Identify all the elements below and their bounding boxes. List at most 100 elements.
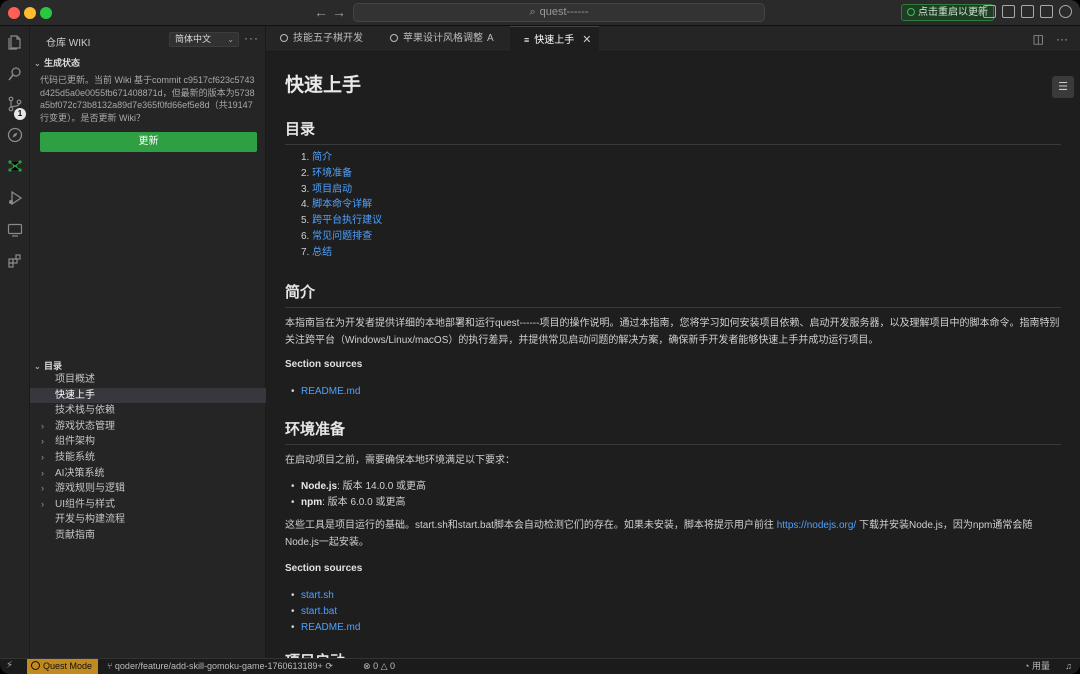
document-toc-item: 6. 常见问题排查 [301,229,382,245]
quest-icon [31,661,40,670]
notifications-bell-icon[interactable]: ♫ [1065,659,1072,674]
language-select[interactable]: 简体中文 ⌄ [169,32,239,47]
chat-icon [390,34,398,42]
toc-item-label: 项目概述 [55,374,95,385]
toc-item[interactable]: 项目概述 [30,372,266,388]
remote-indicator-icon[interactable]: ⚡︎ [6,660,13,671]
minimize-window-button[interactable] [24,7,36,19]
source-list-item: start.sh [291,588,360,604]
command-center-search[interactable]: ⌕ quest------ [353,3,765,22]
toc-item-label: 快速上手 [55,389,95,401]
intro-paragraph: 本指南旨在为开发者提供详细的本地部署和运行quest------项目的操作说明。… [285,318,1060,346]
more-actions-icon[interactable]: ··· [1056,32,1068,46]
chevron-right-icon[interactable]: › [41,434,44,450]
toc-item[interactable]: 贡献指南 [30,528,266,544]
branch-name: qoder/feature/add-skill-gomoku-game-1760… [114,661,323,671]
chevron-right-icon[interactable]: › [41,466,44,482]
toc-item[interactable]: › UI组件与样式 [30,497,266,513]
problems-indicator[interactable]: ⊗ 0 △ 0 [363,659,395,674]
compass-icon[interactable] [7,127,23,143]
intro-heading: 简介 [285,281,1061,308]
usage-indicator[interactable]: ◔ 用量 [1024,659,1050,674]
nodejs-link[interactable]: https://nodejs.org/ [777,520,857,531]
extensions-icon[interactable] [7,253,23,269]
error-count: 0 [373,661,379,671]
toc-item[interactable]: › 游戏规则与逻辑 [30,481,266,497]
app-window: ← → ⌕ quest------ 点击重启以更新 1 仓库 WIKI 简体中文… [0,0,1080,674]
repo-wiki-icon[interactable] [7,158,23,174]
toggle-panel-icon[interactable] [1021,5,1034,18]
document-toc-item: 5. 跨平台执行建议 [301,213,382,229]
toggle-sidebar-icon[interactable] [1002,5,1015,18]
restart-to-update-button[interactable]: 点击重启以更新 [901,4,994,21]
intro-sources-list: README.md [291,384,361,400]
source-link[interactable]: README.md [301,622,360,633]
toc-item[interactable]: › 组件架构 [30,434,266,450]
update-wiki-button[interactable]: 更新 [40,132,257,152]
more-actions-icon[interactable]: ··· [244,31,259,45]
outline-toggle-button[interactable]: ☰ [1052,76,1074,98]
toc-item[interactable]: › AI决策系统 [30,466,266,482]
env-text-a: 这些工具是项目运行的基础。start.sh和start.bat脚本会自动检测它们… [285,520,777,531]
forward-arrow-icon[interactable]: → [330,4,348,20]
search-text: quest------ [539,6,589,18]
toc-title: 目录 [44,361,63,371]
toc-link[interactable]: 环境准备 [312,168,352,179]
tab-apple-style[interactable]: 苹果设计风格调整 A [376,26,510,52]
toc-item[interactable]: 快速上手 [30,387,266,404]
toc-item-label: 技术栈与依赖 [55,405,115,417]
update-notice: 代码已更新。当前 Wiki 基于commit c9517cf623c5743d4… [40,75,255,123]
close-window-button[interactable] [8,7,20,19]
back-arrow-icon[interactable]: ← [312,4,330,20]
toc-link[interactable]: 项目启动 [312,184,352,195]
layout-controls [983,5,1072,18]
zoom-window-button[interactable] [40,7,52,19]
usage-icon: ◔ [1024,661,1030,671]
run-debug-icon[interactable] [7,190,23,206]
branch-indicator[interactable]: ⑂ qoder/feature/add-skill-gomoku-game-17… [107,659,333,674]
source-link[interactable]: README.md [301,386,360,397]
toc-link[interactable]: 脚本命令详解 [312,199,372,210]
toc-link[interactable]: 常见问题排查 [312,231,372,242]
source-control-badge: 1 [14,108,26,120]
toc-link[interactable]: 跨平台执行建议 [312,215,382,226]
source-list-item: README.md [291,620,361,636]
source-link[interactable]: start.sh [301,590,334,601]
quest-mode-indicator[interactable]: Quest Mode [27,659,99,674]
env-paragraph: 在启动项目之前，需要确保本地环境满足以下要求： [285,455,515,466]
tab-label: 技能五子棋开发 [293,33,363,44]
sidebar-title: 仓库 WIKI [46,38,91,49]
requirement-desc: : 版本 6.0.0 或更高 [322,496,406,508]
toc-link[interactable]: 总结 [312,247,332,258]
chevron-right-icon[interactable]: › [41,450,44,466]
toc-item[interactable]: › 游戏状态管理 [30,419,266,435]
toggle-secondary-sidebar-icon[interactable] [1040,5,1053,18]
toc-item[interactable]: › 技能系统 [30,450,266,466]
toc-item[interactable]: 技术栈与依赖 [30,403,266,419]
close-icon[interactable]: ✕ [582,34,591,46]
chevron-right-icon[interactable]: › [41,419,44,435]
split-editor-icon[interactable]: ◫ [1033,32,1044,46]
search-icon: ⌕ [529,6,536,18]
toc-link[interactable]: 简介 [312,152,332,163]
customize-layout-icon[interactable] [983,5,996,18]
sync-icon[interactable]: ⟳ [325,661,333,671]
chevron-right-icon[interactable]: › [41,497,44,513]
search-view-icon[interactable] [7,66,23,82]
toc-number: 7. [301,246,313,258]
chevron-down-icon: ⌄ [34,59,41,68]
toc-item-label: AI决策系统 [55,467,105,479]
nav-arrows: ← → [312,4,348,20]
account-icon[interactable] [1059,5,1072,18]
toc-item[interactable]: 开发与构建流程 [30,512,266,528]
source-link[interactable]: start.bat [301,606,337,617]
chevron-right-icon[interactable]: › [41,481,44,497]
tab-skill-gomoku[interactable]: 技能五子棋开发 [266,26,376,52]
gen-status-section-header[interactable]: ⌄ 生成状态 [34,56,80,69]
remote-explorer-icon[interactable] [7,222,23,238]
explorer-icon[interactable] [7,34,23,50]
toc-section-header[interactable]: ⌄ 目录 [34,359,62,372]
toc-item-label: 组件架构 [55,436,95,448]
chevron-down-icon: ⌄ [227,35,234,44]
tab-quick-start[interactable]: ≡ 快速上手 ✕ [510,26,599,52]
